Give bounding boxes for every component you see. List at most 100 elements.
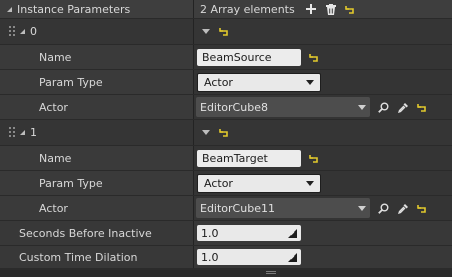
element-0-actor-row: Actor EditorCube8 (0, 95, 452, 119)
expand-arrow-icon[interactable] (7, 6, 12, 12)
column-divider[interactable] (193, 171, 194, 195)
pick-actor-button[interactable] (398, 102, 409, 113)
seconds-before-inactive-label: Seconds Before Inactive (19, 226, 152, 240)
pick-actor-button[interactable] (398, 203, 409, 214)
drag-value-icon[interactable] (288, 252, 297, 262)
actor-label-cell: Actor (0, 196, 193, 220)
element-options-dropdown[interactable] (202, 29, 210, 34)
element-options-dropdown[interactable] (202, 130, 210, 135)
column-divider[interactable] (193, 196, 194, 220)
name-input[interactable]: BeamTarget (197, 149, 301, 167)
trash-icon (325, 3, 336, 15)
column-divider[interactable] (193, 95, 194, 119)
custom-time-dilation-value-cell: 1.0 (194, 246, 452, 268)
drag-handle-icon[interactable] (9, 127, 15, 138)
browse-actor-button[interactable] (378, 102, 389, 113)
param-type-label: Param Type (39, 75, 103, 89)
param-type-dropdown[interactable]: Actor (197, 173, 321, 193)
instance-parameters-label: Instance Parameters (17, 2, 131, 16)
array-element-index: 0 (30, 25, 37, 38)
details-panel: Instance Parameters 2 Array elements 0 N… (0, 0, 452, 277)
actor-picker[interactable]: EditorCube8 (196, 97, 370, 117)
seconds-before-inactive-value-cell: 1.0 (194, 221, 452, 245)
reset-to-default-button[interactable] (219, 27, 229, 36)
custom-time-dilation-value: 1.0 (201, 250, 219, 264)
param-type-dropdown[interactable]: Actor (197, 72, 321, 92)
column-divider[interactable] (193, 0, 194, 18)
element-0-param-type-row: Param Type Actor (0, 70, 452, 94)
reset-to-default-button[interactable] (309, 154, 319, 163)
array-element-index: 1 (30, 126, 37, 139)
reset-arrow-icon (309, 53, 318, 62)
column-divider[interactable] (193, 45, 194, 69)
name-input[interactable]: BeamSource (197, 48, 301, 66)
array-count-label: 2 Array elements (200, 2, 295, 16)
magnifier-icon (378, 102, 389, 113)
array-element-1-name-cell: 1 (0, 120, 193, 145)
column-divider[interactable] (193, 221, 194, 245)
reset-arrow-icon (219, 28, 228, 36)
expand-arrow-icon[interactable] (20, 130, 25, 135)
element-1-name-row: Name BeamTarget (0, 146, 452, 170)
reset-arrow-icon (417, 204, 426, 213)
seconds-before-inactive-input[interactable]: 1.0 (197, 225, 301, 241)
param-type-selected: Actor (204, 176, 233, 190)
custom-time-dilation-input[interactable]: 1.0 (197, 249, 301, 265)
param-type-selected: Actor (204, 75, 233, 89)
chevron-down-icon (358, 104, 366, 110)
instance-parameters-row: Instance Parameters 2 Array elements (0, 0, 452, 18)
seconds-before-inactive-value: 1.0 (201, 226, 219, 240)
resize-grip-icon[interactable] (266, 271, 276, 274)
actor-label: Actor (39, 201, 68, 215)
expand-arrow-icon[interactable] (20, 29, 25, 34)
reset-to-default-button[interactable] (219, 128, 229, 137)
seconds-before-inactive-row: Seconds Before Inactive 1.0 (0, 221, 452, 245)
param-type-value-cell: Actor (194, 70, 452, 94)
name-label: Name (39, 50, 72, 64)
column-divider[interactable] (193, 246, 194, 268)
magnifier-icon (378, 203, 389, 214)
reset-to-default-button[interactable] (417, 103, 427, 112)
drag-handle-icon[interactable] (9, 26, 15, 37)
reset-to-default-button[interactable] (344, 5, 355, 14)
drag-value-icon[interactable] (288, 228, 297, 238)
param-type-label-cell: Param Type (0, 171, 193, 195)
delete-all-button[interactable] (325, 3, 336, 15)
param-type-value-cell: Actor (194, 171, 452, 195)
browse-actor-button[interactable] (378, 203, 389, 214)
column-divider[interactable] (193, 70, 194, 94)
actor-value-cell: EditorCube11 (194, 196, 452, 220)
column-divider[interactable] (193, 19, 194, 44)
name-label-cell: Name (0, 45, 193, 69)
actor-picker-value: EditorCube11 (200, 201, 275, 215)
param-type-label-cell: Param Type (0, 70, 193, 94)
array-element-1-value-cell (194, 120, 452, 145)
array-element-1-row: 1 (0, 120, 452, 145)
panel-bottom-bar (0, 268, 452, 277)
actor-label-cell: Actor (0, 95, 193, 119)
column-divider[interactable] (193, 120, 194, 145)
name-label-cell: Name (0, 146, 193, 170)
element-1-param-type-row: Param Type Actor (0, 171, 452, 195)
element-1-actor-row: Actor EditorCube11 (0, 196, 452, 220)
reset-to-default-button[interactable] (417, 204, 427, 213)
actor-value-cell: EditorCube8 (194, 95, 452, 119)
name-value-cell: BeamSource (194, 45, 452, 69)
reset-arrow-icon (344, 5, 354, 14)
add-element-button[interactable] (305, 4, 316, 14)
actor-label: Actor (39, 100, 68, 114)
reset-arrow-icon (417, 103, 426, 112)
instance-parameters-value-cell: 2 Array elements (194, 0, 452, 18)
reset-arrow-icon (309, 154, 318, 163)
custom-time-dilation-label: Custom Time Dilation (19, 250, 138, 264)
actor-picker[interactable]: EditorCube11 (196, 198, 370, 218)
eyedropper-icon (398, 203, 408, 214)
name-value-cell: BeamTarget (194, 146, 452, 170)
reset-to-default-button[interactable] (309, 53, 319, 62)
column-divider[interactable] (193, 146, 194, 170)
element-0-name-row: Name BeamSource (0, 45, 452, 69)
chevron-down-icon (202, 29, 210, 34)
param-type-label: Param Type (39, 176, 103, 190)
eyedropper-icon (398, 102, 408, 113)
name-label: Name (39, 151, 72, 165)
